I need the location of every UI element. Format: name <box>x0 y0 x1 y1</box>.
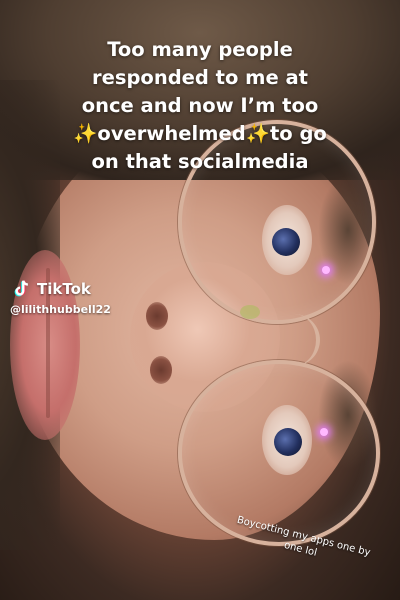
sparkles-icon: ✨ <box>73 122 98 145</box>
tiktok-note-icon <box>14 280 29 297</box>
sparkles-icon: ✨ <box>245 122 270 145</box>
caption-text: Too many people responded to me at once … <box>12 36 388 176</box>
video-frame[interactable]: Too many people responded to me at once … <box>0 0 400 600</box>
caption-line: Too many people <box>107 38 293 61</box>
glasses-lens <box>178 360 380 546</box>
caption-word: overwhelmed <box>97 122 246 145</box>
caption-line: responded to me at <box>92 66 308 89</box>
tiktok-brand-text: TikTok <box>37 280 91 298</box>
glasses-bridge <box>236 314 320 366</box>
caption-line: on that socialmedia <box>91 150 309 173</box>
creator-handle: @lilithhubbell22 <box>10 303 111 316</box>
caption-line: once and now I’m too <box>81 94 319 117</box>
tiktok-watermark: TikTok @lilithhubbell22 <box>10 278 111 316</box>
nostril <box>150 356 172 384</box>
tiktok-logo: TikTok <box>10 278 111 300</box>
glasses-nose-pad <box>240 305 260 319</box>
nostril <box>146 302 168 330</box>
caption-line: to go <box>269 122 327 145</box>
